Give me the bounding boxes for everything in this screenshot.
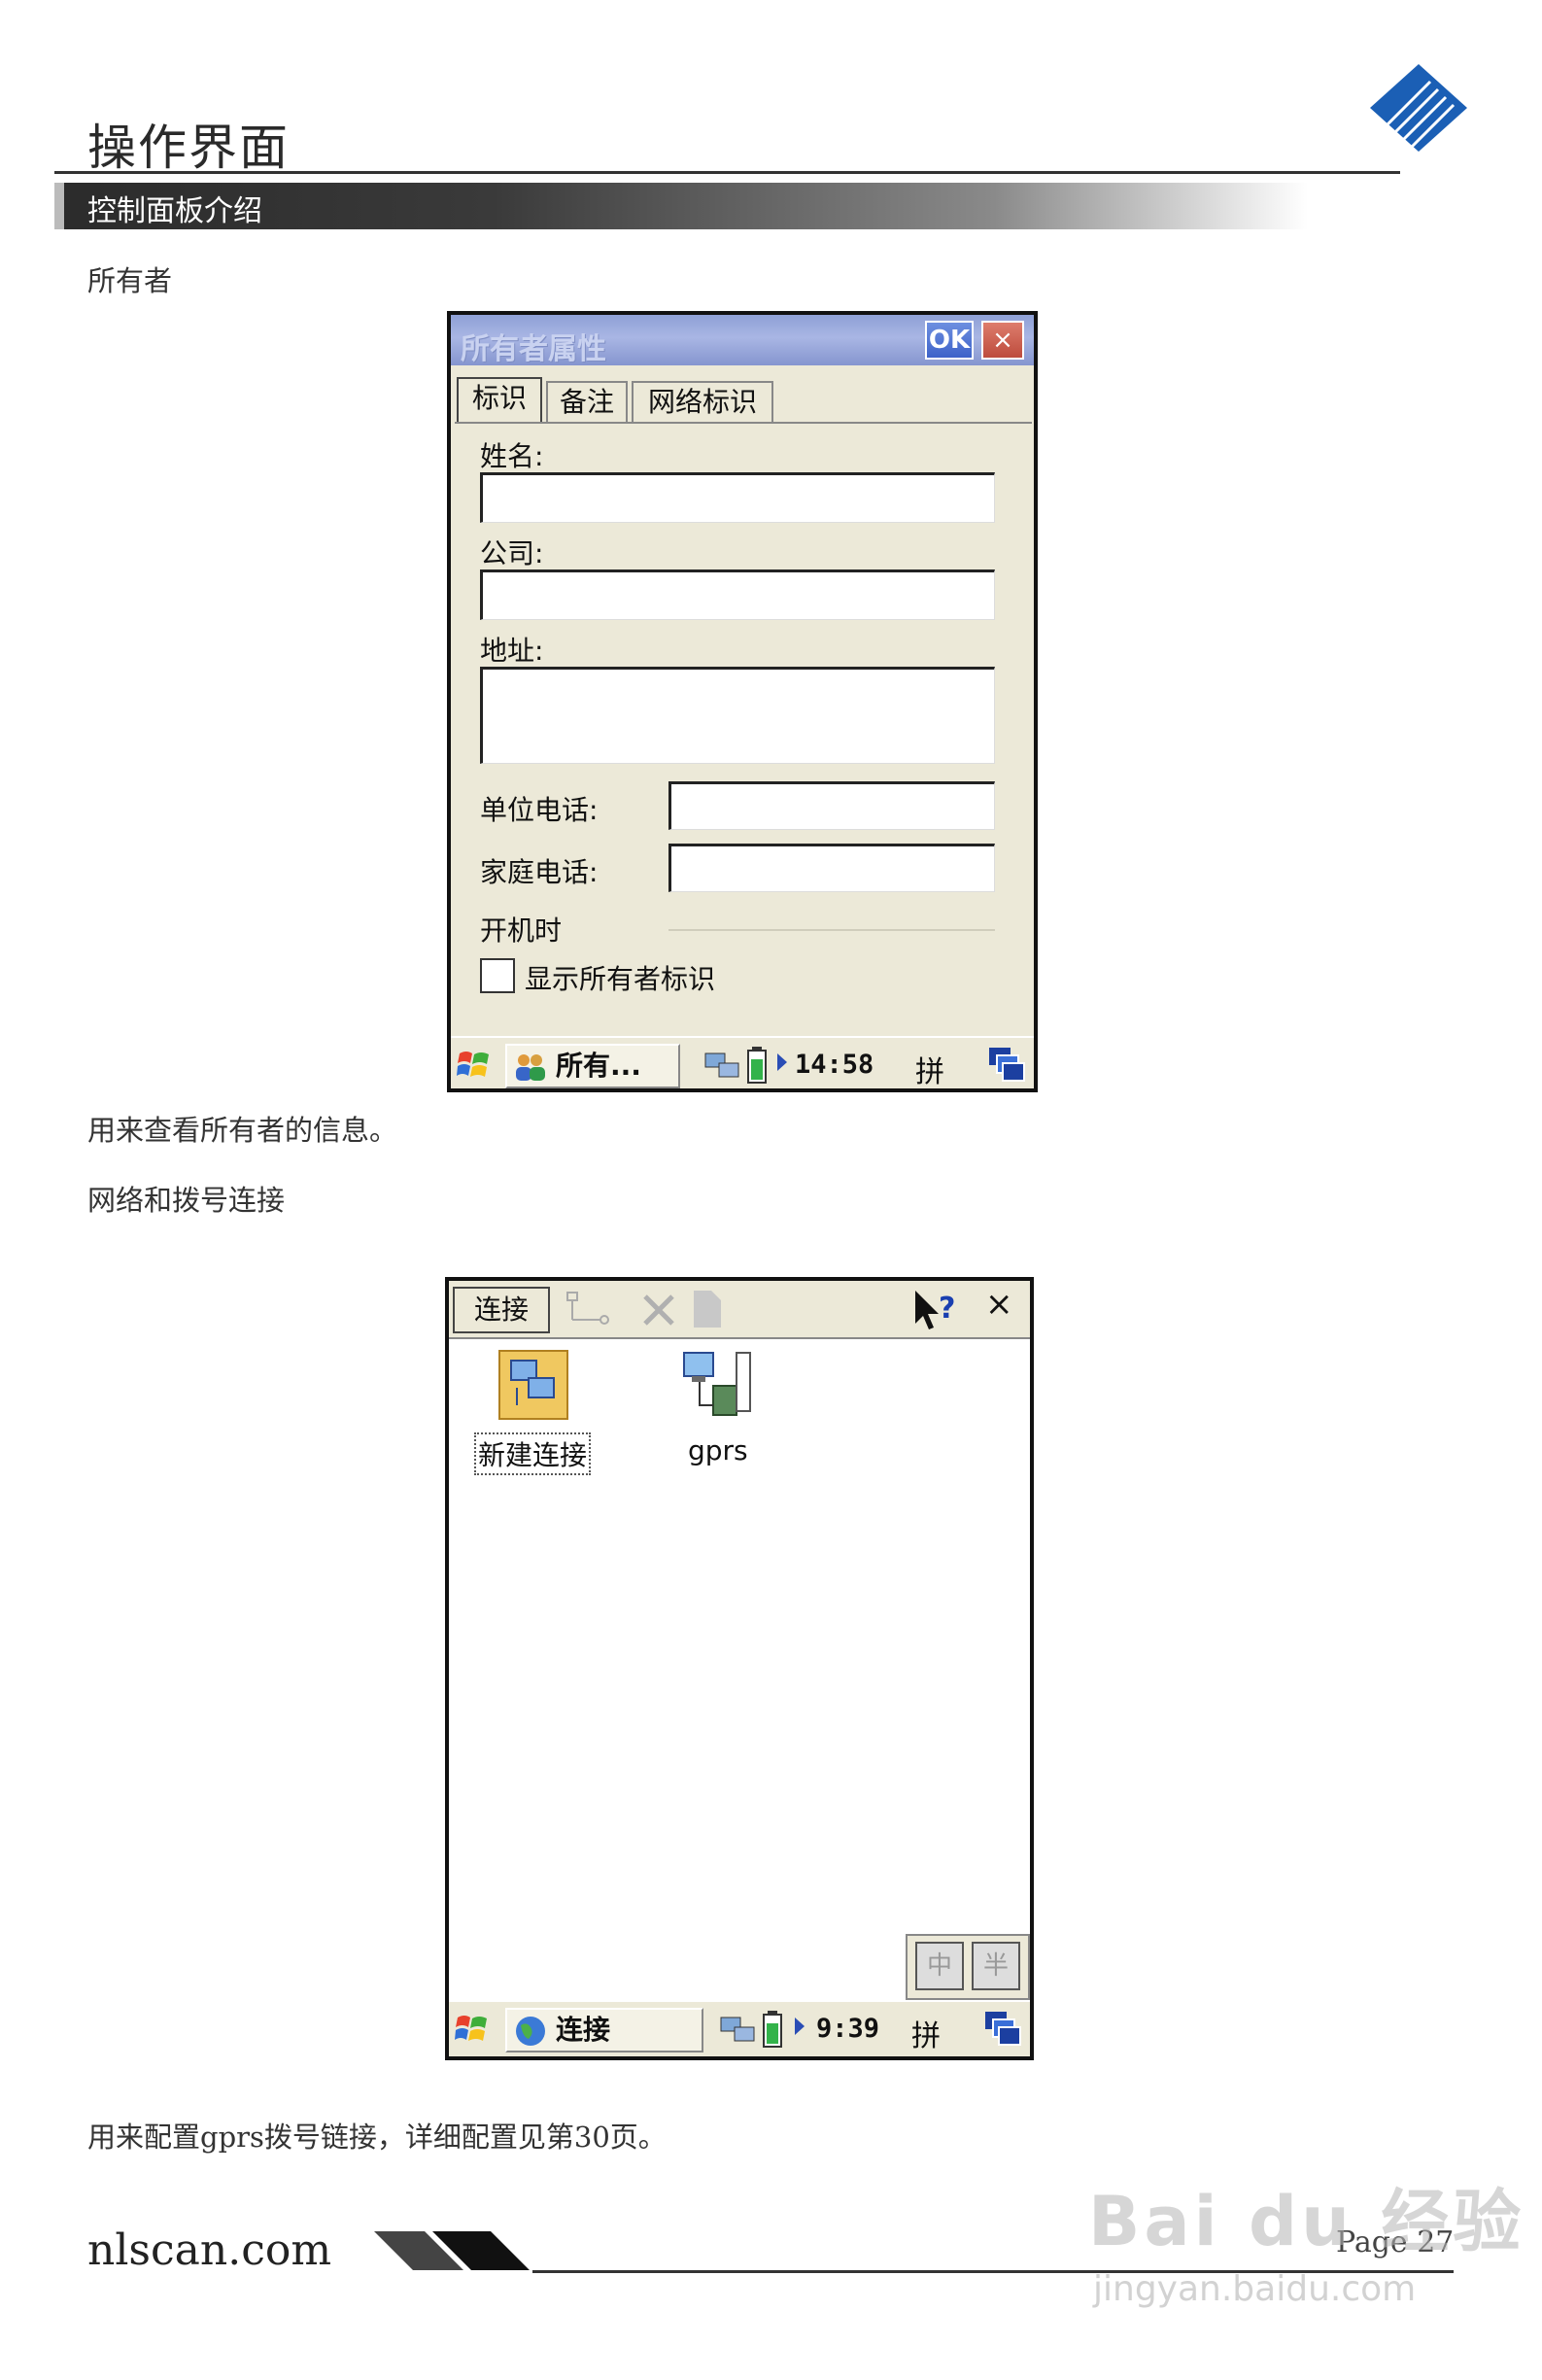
network-heading: 网络和拨号连接 — [87, 1184, 286, 1217]
power-on-divider — [668, 929, 995, 931]
svg-text:?: ? — [939, 1292, 955, 1326]
battery-icon[interactable] — [746, 1046, 770, 1085]
owner-properties-window: 所有者属性 OK × 标识 备注 网络标识 姓名: 公司: 地址: 单位电话: … — [447, 311, 1038, 1092]
globe-icon — [516, 2017, 545, 2046]
new-connection-label[interactable]: 新建连接 — [474, 1432, 592, 1475]
network-description: 用来配置gprs拨号链接，详细配置见第30页。 — [87, 2121, 667, 2154]
close-button[interactable]: × — [981, 321, 1024, 360]
page-title: 操作界面 — [87, 120, 290, 176]
owner-window-title: 所有者属性 — [461, 332, 606, 366]
task-owner-label: 所有... — [556, 1050, 641, 1082]
desktop-switch-icon[interactable] — [987, 1046, 1026, 1085]
users-icon — [516, 1054, 545, 1081]
header-divider — [54, 171, 1400, 174]
tab-network-id[interactable]: 网络标识 — [632, 381, 773, 422]
new-connection-icon[interactable] — [497, 1349, 571, 1423]
connection-menubar: 连接 ? × — [449, 1281, 1030, 1339]
owner-window-titlebar: 所有者属性 OK × — [451, 315, 1034, 366]
ime-indicator[interactable]: 拼 — [915, 1048, 944, 1088]
tab-identity[interactable]: 标识 — [457, 377, 542, 424]
connection-taskbar: 连接 9:39 拼 — [449, 2000, 1030, 2056]
gprs-connection-icon[interactable] — [678, 1347, 756, 1427]
help-icon[interactable]: ? — [911, 1289, 962, 1331]
name-label: 姓名: — [480, 440, 544, 472]
network-status-icon[interactable] — [703, 1050, 742, 1083]
connection-window: 连接 ? × 新建连接 gprs 中 半 连接 9:39 拼 — [445, 1277, 1034, 2060]
ime-halfwidth-button[interactable]: 半 — [972, 1942, 1020, 1990]
watermark-sub: jingyan.baidu.com — [1093, 2269, 1417, 2309]
clock[interactable]: 14:58 — [795, 1050, 874, 1080]
tab-divider — [455, 422, 1032, 424]
battery-icon[interactable] — [762, 2010, 785, 2049]
show-owner-checkbox[interactable] — [480, 958, 515, 993]
desktop-switch-icon[interactable] — [983, 2010, 1022, 2049]
clock[interactable]: 9:39 — [816, 2014, 879, 2044]
watermark: Bai du 经验 — [1088, 2182, 1525, 2261]
owner-description: 用来查看所有者的信息。 — [87, 1114, 398, 1147]
ime-indicator[interactable]: 拼 — [911, 2012, 941, 2054]
home-phone-field[interactable] — [668, 844, 995, 892]
name-field[interactable] — [480, 472, 995, 523]
start-flag-icon[interactable] — [455, 2012, 490, 2047]
document-icon[interactable] — [690, 1289, 723, 1329]
ime-panel: 中 半 — [906, 1934, 1030, 2000]
show-owner-label[interactable]: 显示所有者标识 — [525, 958, 715, 997]
start-flag-icon[interactable] — [457, 1048, 492, 1083]
footer-url: nlscan.com — [87, 2225, 332, 2275]
section-title: 控制面板介绍 — [87, 194, 262, 228]
task-connection-button[interactable]: 连接 — [505, 2008, 703, 2052]
address-field[interactable] — [480, 667, 995, 764]
task-connection-label: 连接 — [556, 2014, 611, 2046]
address-label: 地址: — [480, 635, 544, 667]
network-status-icon[interactable] — [719, 2014, 758, 2047]
expand-arrow-icon[interactable] — [795, 2018, 805, 2035]
footer-stripes — [374, 2231, 530, 2270]
ok-button[interactable]: OK — [925, 321, 974, 360]
task-owner-button[interactable]: 所有... — [505, 1044, 680, 1088]
owner-heading: 所有者 — [87, 264, 173, 297]
home-phone-label: 家庭电话: — [480, 856, 599, 888]
work-phone-field[interactable] — [668, 781, 995, 830]
gprs-connection-label[interactable]: gprs — [688, 1434, 748, 1466]
company-logo-icon — [1370, 64, 1467, 152]
close-window-button[interactable]: × — [985, 1285, 1013, 1324]
connection-menu[interactable]: 连接 — [453, 1287, 550, 1333]
owner-taskbar: 所有... 14:58 拼 — [451, 1036, 1034, 1088]
company-label: 公司: — [480, 537, 544, 569]
connection-list: 新建连接 gprs 中 半 — [449, 1339, 1030, 2000]
delete-icon[interactable] — [639, 1291, 678, 1329]
company-field[interactable] — [480, 569, 995, 620]
properties-icon[interactable] — [562, 1291, 612, 1329]
section-bar-edge — [54, 183, 64, 229]
ime-chinese-button[interactable]: 中 — [915, 1942, 964, 1990]
power-on-label: 开机时 — [480, 914, 563, 947]
work-phone-label: 单位电话: — [480, 794, 599, 826]
expand-arrow-icon[interactable] — [777, 1053, 787, 1071]
tab-notes[interactable]: 备注 — [546, 381, 628, 422]
